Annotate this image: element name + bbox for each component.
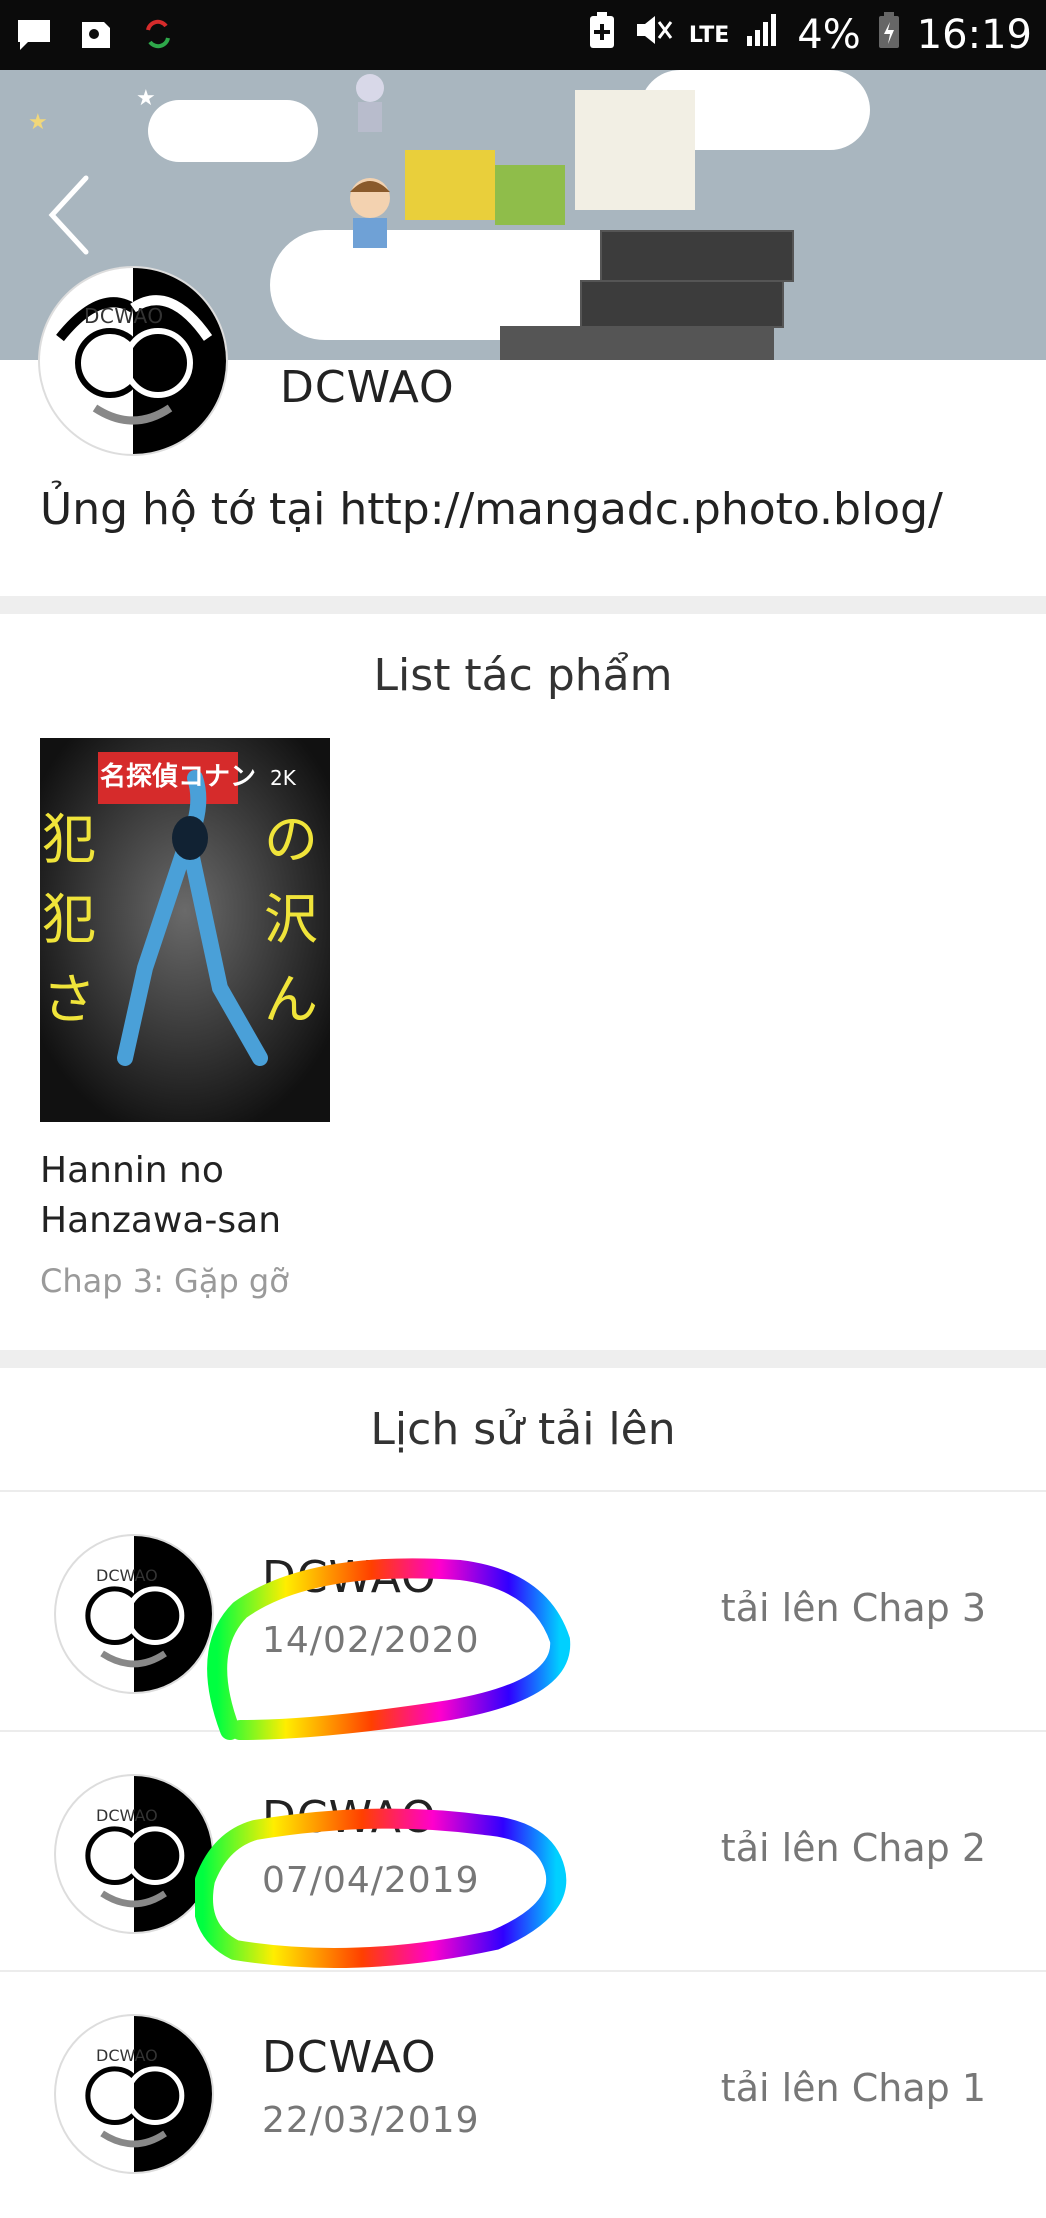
building-decoration [575,90,695,210]
upload-action: tải lên Chap 2 [720,1826,986,1870]
network-type: LTE [688,22,730,48]
section-divider [0,596,1046,614]
svg-text:さ: さ [42,968,96,1031]
work-cover[interactable]: 犯 犯 さ の 沢 ん 名探偵コナン 2K [40,738,330,1122]
book-decoration [600,230,794,282]
battery-saver-icon [587,10,617,60]
book-decoration [580,280,784,328]
avatar-label: DCWAO [96,1806,158,1825]
svg-text:犯: 犯 [42,888,96,951]
clock: 16:19 [916,12,1032,58]
work-latest-chapter[interactable]: Chap 3: Gặp gỡ [40,1262,289,1300]
boy-illustration [350,178,390,248]
avatar-label: DCWAO [96,1566,158,1585]
back-button[interactable] [40,170,100,260]
history-row[interactable]: DCWAO DCWAO 22/03/2019 tải lên Chap 1 [0,1970,1046,2212]
upload-date: 14/02/2020 [262,1620,480,1661]
history-row[interactable]: DCWAO DCWAO 14/02/2020 tải lên Chap 3 [0,1490,1046,1732]
history-row[interactable]: DCWAO DCWAO 07/04/2019 tải lên Chap 2 [0,1730,1046,1972]
avatar: DCWAO [56,2016,212,2172]
svg-text:の: の [264,808,318,871]
avatar: DCWAO [56,1536,212,1692]
uploader-name: DCWAO [262,1552,437,1603]
book-decoration [500,326,774,360]
house-decoration [495,165,565,225]
works-section-title: List tác phẩm [373,650,673,701]
battery-icon [877,10,901,60]
flying-character-illustration [356,74,384,132]
work-title[interactable]: Hannin no Hanzawa-san [40,1146,340,1246]
svg-text:沢: 沢 [264,888,318,951]
avatar-label: DCWAO [96,2046,158,2065]
signal-icon [745,12,781,58]
avatar[interactable]: DCWAO [40,268,226,454]
status-bar: LTE 4% 16:19 [0,0,1046,70]
history-section-title: Lịch sử tải lên [370,1404,676,1455]
uploader-name: DCWAO [262,2032,437,2083]
svg-text:犯: 犯 [42,808,96,871]
section-divider [0,1350,1046,1368]
uploader-name: DCWAO [262,1792,437,1843]
cover-brand: 名探偵コナン [100,762,257,792]
work-title-line: Hanzawa-san [40,1200,282,1241]
cover-badge: 2K [270,766,296,790]
upload-action: tải lên Chap 1 [720,2066,986,2110]
profile-bio[interactable]: Ủng hộ tớ tại http://mangadc.photo.blog/ [40,484,943,535]
upload-date: 22/03/2019 [262,2100,480,2141]
profile-name: DCWAO [280,362,455,413]
message-notification-icon [14,14,54,58]
work-title-line: Hannin no [40,1150,224,1191]
cloud-decoration [148,100,318,162]
sync-notification-icon [138,14,178,58]
avatar: DCWAO [56,1776,212,1932]
upload-action: tải lên Chap 3 [720,1586,986,1630]
upload-date: 07/04/2019 [262,1860,480,1901]
house-decoration [405,150,495,220]
app-notification-icon [76,14,116,58]
mute-icon [633,10,673,60]
svg-text:ん: ん [264,968,318,1031]
battery-percent: 4% [797,12,861,58]
avatar-label: DCWAO [84,304,164,328]
